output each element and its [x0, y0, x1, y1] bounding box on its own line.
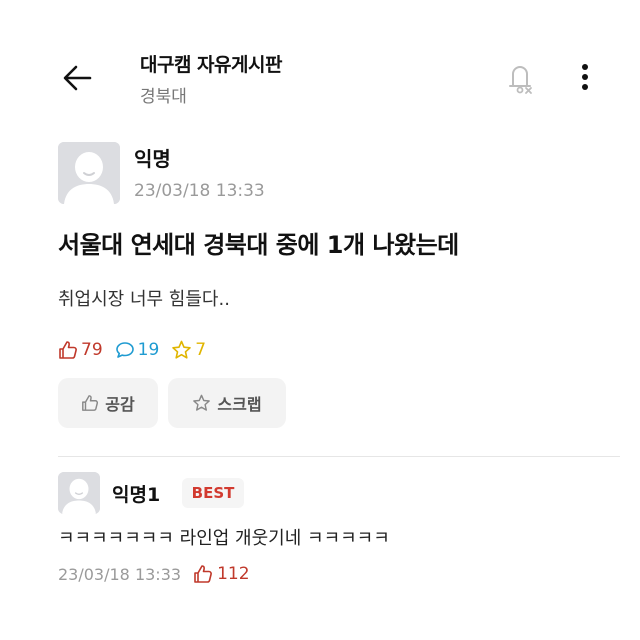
scrap-button[interactable]: 스크랩	[168, 378, 286, 428]
scrap-count: 7	[171, 340, 206, 360]
comment-count-value: 19	[137, 340, 160, 360]
thumbs-up-icon	[82, 395, 99, 411]
default-avatar-icon	[58, 472, 100, 514]
board-title: 대구캠 자유게시판	[140, 54, 282, 76]
like-button-label: 공감	[105, 395, 135, 414]
board-subtitle: 경북대	[140, 87, 187, 107]
notification-button[interactable]	[500, 58, 540, 98]
post-stats: 79 19 7	[58, 340, 218, 360]
comment-like-count[interactable]: 112	[193, 564, 250, 584]
back-arrow-icon	[63, 65, 92, 91]
like-count-value: 79	[81, 340, 103, 360]
thumbs-up-icon	[59, 341, 77, 359]
comment-count: 19	[115, 340, 160, 360]
post-body: 취업시장 너무 힘들다..	[58, 289, 230, 310]
star-icon	[172, 340, 192, 359]
comment-like-value: 112	[217, 564, 250, 584]
more-options-button[interactable]	[570, 58, 600, 98]
comment-author: 익명1	[112, 484, 161, 506]
post-actions: 공감 스크랩	[58, 378, 286, 428]
post-author: 익명	[134, 147, 171, 171]
thumbs-up-icon	[194, 565, 212, 583]
back-button[interactable]	[58, 58, 98, 98]
more-vertical-icon	[582, 64, 588, 90]
speech-bubble-icon	[115, 342, 134, 358]
like-button[interactable]: 공감	[58, 378, 158, 428]
bell-off-icon	[509, 66, 532, 94]
post-title: 서울대 연세대 경북대 중에 1개 나왔는데	[58, 231, 459, 259]
author-avatar	[58, 142, 120, 204]
comment-timestamp: 23/03/18 13:33	[58, 564, 182, 584]
comment-meta: 23/03/18 13:33 112	[58, 564, 250, 584]
like-count: 79	[58, 340, 103, 360]
header: 대구캠 자유게시판 경북대	[0, 0, 640, 120]
comment-text: ㅋㅋㅋㅋㅋㅋㅋ 라인업 개웃기네 ㅋㅋㅋㅋㅋ	[58, 528, 390, 549]
scrap-button-label: 스크랩	[217, 395, 262, 414]
best-badge: BEST	[182, 478, 244, 508]
post-timestamp: 23/03/18 13:33	[134, 181, 265, 201]
default-avatar-icon	[58, 142, 120, 204]
scrap-count-value: 7	[195, 340, 207, 360]
star-icon	[193, 394, 211, 411]
divider	[58, 456, 620, 457]
commenter-avatar	[58, 472, 100, 514]
